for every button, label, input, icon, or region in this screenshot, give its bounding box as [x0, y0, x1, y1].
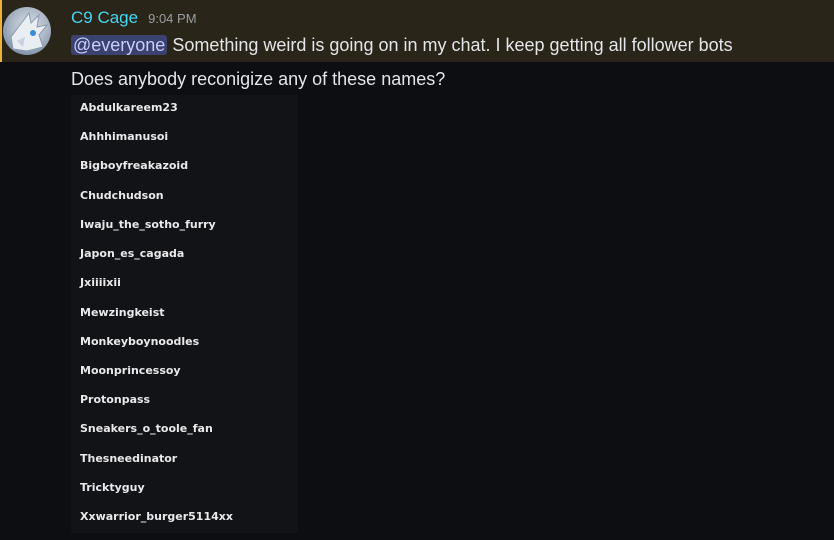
list-item: Sneakers_o_toole_fan — [80, 422, 213, 435]
list-item: Mewzingkeist — [80, 306, 165, 319]
list-item: Thesneedinator — [80, 452, 178, 465]
list-item: Jxiiiixii — [80, 276, 121, 289]
message-line-1: @everyone Something weird is going on in… — [71, 35, 733, 56]
list-item: Tricktyguy — [80, 481, 145, 494]
avatar-character-icon — [10, 11, 49, 52]
author-name[interactable]: C9 Cage — [71, 8, 138, 28]
chat-message: C9 Cage 9:04 PM @everyone Something weir… — [0, 0, 834, 540]
message-line-2: Does anybody reconigize any of these nam… — [71, 69, 446, 89]
list-item: Japon_es_cagada — [80, 247, 185, 260]
image-attachment[interactable]: Abdulkareem23 Ahhhimanusoi Bigboyfreakaz… — [71, 95, 298, 533]
mention-highlight-bar — [0, 0, 2, 62]
list-item: Abdulkareem23 — [80, 101, 178, 114]
list-item: Xxwarrior_burger5114xx — [80, 510, 233, 523]
list-item: Protonpass — [80, 393, 151, 406]
list-item: Iwaju_the_sotho_furry — [80, 218, 216, 231]
message-header: C9 Cage 9:04 PM — [71, 8, 197, 32]
everyone-mention[interactable]: @everyone — [71, 35, 168, 55]
list-item: Monkeyboynoodles — [80, 335, 200, 348]
list-item: Bigboyfreakazoid — [80, 159, 189, 172]
message-text-1: Something weird is going on in my chat. … — [172, 35, 733, 55]
list-item: Chudchudson — [80, 189, 164, 202]
list-item: Ahhhimanusoi — [80, 130, 169, 143]
avatar[interactable] — [3, 7, 51, 55]
list-item: Moonprincessoy — [80, 364, 181, 377]
message-timestamp[interactable]: 9:04 PM — [148, 11, 196, 26]
